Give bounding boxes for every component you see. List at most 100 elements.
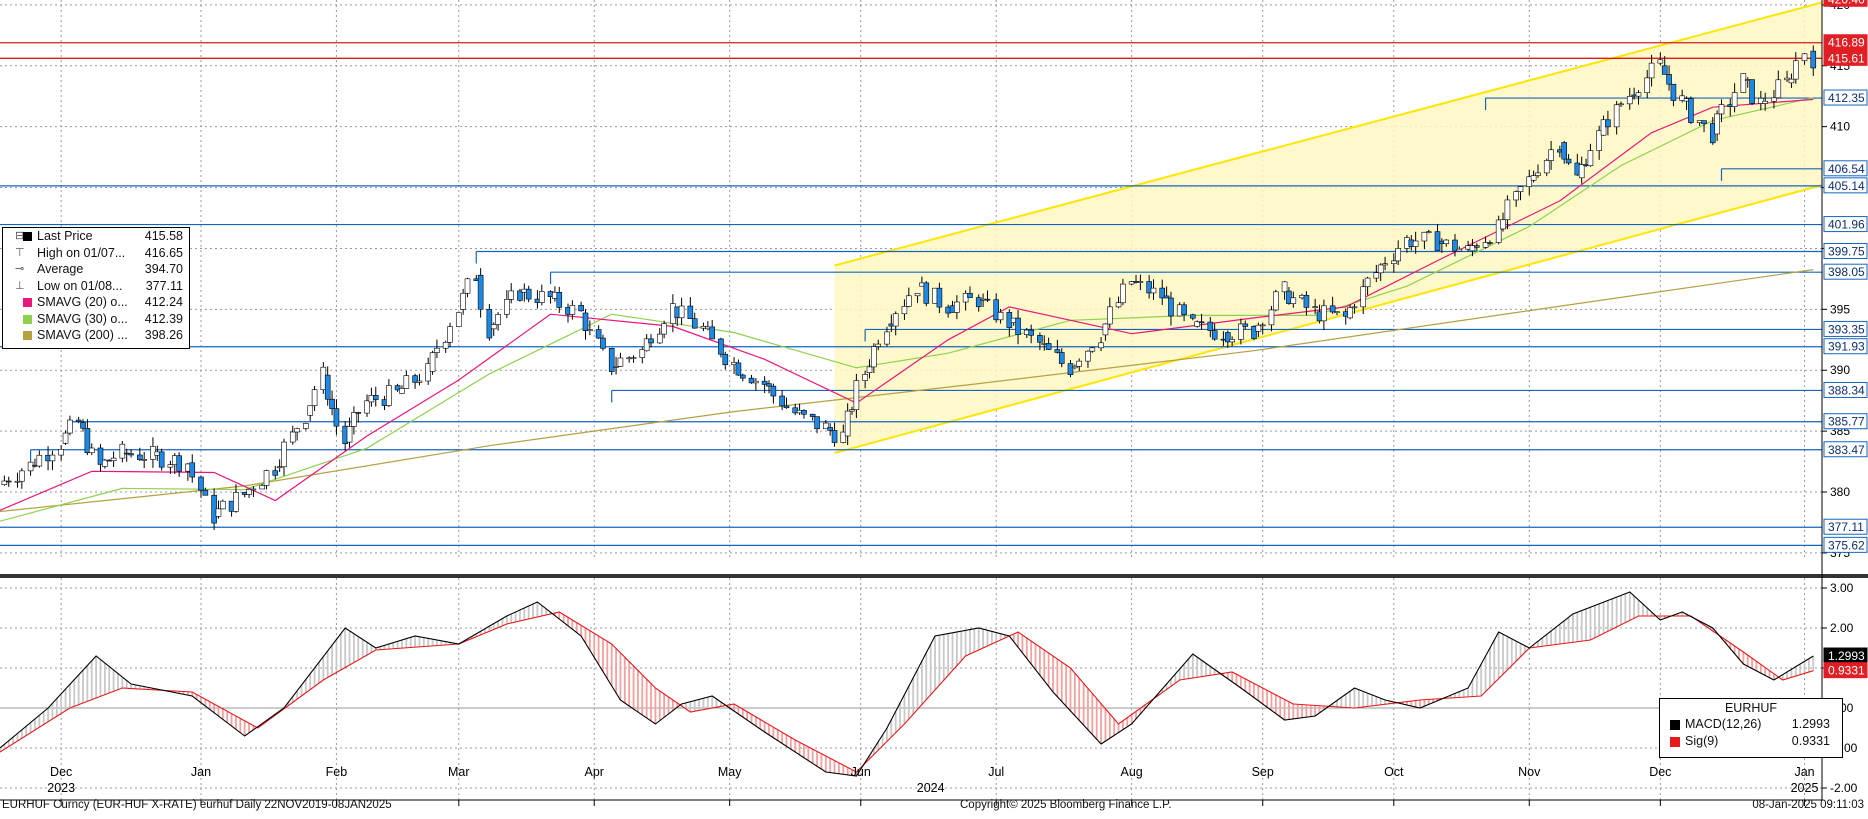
candle-body: [1701, 120, 1707, 124]
candle-body: [137, 454, 143, 460]
candle-body: [372, 395, 379, 400]
legend-row-sma30: SMAVG (30) o... 412.39: [3, 311, 189, 328]
candle-body: [202, 489, 209, 496]
candle-body: [997, 312, 1004, 321]
chart-window: 375380385390395400405410415420-2.00-1.00…: [0, 0, 1868, 814]
eurhuf-chart[interactable]: 375380385390395400405410415420-2.00-1.00…: [0, 0, 1868, 814]
legend-swatch: [1670, 737, 1680, 747]
candle-body: [1775, 79, 1782, 99]
candle-body: [1626, 96, 1633, 105]
candle-body: [1098, 342, 1104, 349]
legend-row-sma20: SMAVG (20) o... 412.24: [3, 294, 189, 311]
high-marker-icon: ⊤: [15, 246, 25, 259]
candle-body: [434, 347, 440, 353]
candle-body: [303, 423, 309, 429]
legend-row-last-price: ⊟ Last Price 415.58: [15, 229, 183, 243]
candle-body: [608, 347, 615, 372]
candle-body: [1718, 104, 1725, 115]
candle-body: [1517, 186, 1524, 192]
candle-body: [1425, 231, 1432, 233]
candle-body: [1578, 164, 1585, 179]
candle-body: [1181, 304, 1187, 316]
y-tick-label: 390: [1830, 363, 1850, 377]
candle-body: [1395, 248, 1401, 262]
candle-body: [495, 314, 501, 325]
level-tag-text: 391.93: [1828, 340, 1865, 354]
candle-body: [49, 454, 56, 462]
candle-body: [722, 353, 729, 366]
candle-body: [263, 470, 270, 486]
candle-body: [1259, 324, 1266, 327]
candle-body: [1670, 83, 1677, 101]
candle-body: [844, 410, 851, 437]
candle-body: [281, 441, 287, 468]
candle-body: [1412, 240, 1419, 247]
legend-row-low: ⊥ Low on 01/08... 377.11: [15, 278, 183, 293]
candle-body: [871, 346, 877, 368]
candle-body: [1037, 335, 1043, 343]
candle-body: [333, 408, 340, 427]
candle-body: [80, 422, 86, 429]
level-tag-text: 399.75: [1828, 244, 1865, 258]
candle-body: [1211, 330, 1218, 340]
level-tag-text: 393.35: [1828, 322, 1865, 336]
candle-body: [853, 380, 860, 410]
candle-body: [220, 500, 226, 510]
candle-body: [1377, 264, 1384, 274]
candle-body: [58, 449, 64, 456]
candle-body: [1613, 104, 1620, 128]
candle-body: [1120, 283, 1126, 304]
candle-body: [827, 427, 833, 431]
candle-body: [460, 292, 466, 310]
candle-body: [1391, 260, 1397, 264]
candle-body: [569, 305, 576, 315]
candle-body: [600, 337, 606, 349]
candle-body: [1666, 74, 1672, 85]
candle-body: [1303, 294, 1310, 308]
x-year-label: 2024: [917, 781, 945, 795]
legend-swatch: [23, 232, 32, 241]
candle-body: [1635, 92, 1642, 97]
candle-body: [1150, 287, 1157, 294]
signal-value-tag-text: 0.9331: [1828, 664, 1865, 678]
candle-body: [1190, 314, 1196, 319]
candle-body: [346, 426, 353, 443]
level-tag-text: 388.34: [1828, 383, 1865, 397]
candle-body: [1312, 306, 1318, 308]
macd-panel: [0, 574, 1868, 777]
candle-body: [1688, 98, 1694, 123]
candle-body: [1281, 281, 1288, 293]
candle-body: [866, 366, 873, 373]
level-tag-text: 398.05: [1828, 265, 1865, 279]
candle-body: [189, 462, 196, 478]
trend-channel: [834, 1, 1823, 455]
candle-body: [1382, 263, 1388, 266]
candle-body: [1347, 307, 1353, 319]
candle-body: [1067, 363, 1074, 375]
candle-body: [329, 398, 335, 409]
candle-body: [556, 292, 563, 308]
macd-legend-title: EURHUF: [1724, 701, 1778, 715]
candle-body: [1290, 297, 1297, 304]
x-tick-label: May: [718, 765, 742, 779]
candle-body: [19, 470, 25, 482]
candle-body: [1587, 150, 1594, 166]
candle-body: [831, 430, 838, 443]
level-tag-text: 405.14: [1828, 179, 1865, 193]
y-tick-label: 395: [1830, 302, 1850, 316]
candle-body: [1054, 349, 1061, 353]
candle-body: [1749, 79, 1755, 104]
candle-body: [809, 413, 816, 417]
x-tick-label: Feb: [326, 765, 348, 779]
candle-body: [447, 326, 453, 343]
candle-body: [753, 380, 759, 384]
x-tick-label: Jan: [191, 765, 211, 779]
candle-body: [630, 357, 637, 359]
candle-body: [901, 306, 908, 315]
candle-body: [735, 362, 742, 376]
candle-body: [875, 343, 882, 347]
level-tag-text: 385.77: [1828, 415, 1865, 429]
candle-body: [687, 305, 694, 319]
candle-body: [1273, 291, 1279, 311]
candle-body: [1076, 360, 1083, 367]
